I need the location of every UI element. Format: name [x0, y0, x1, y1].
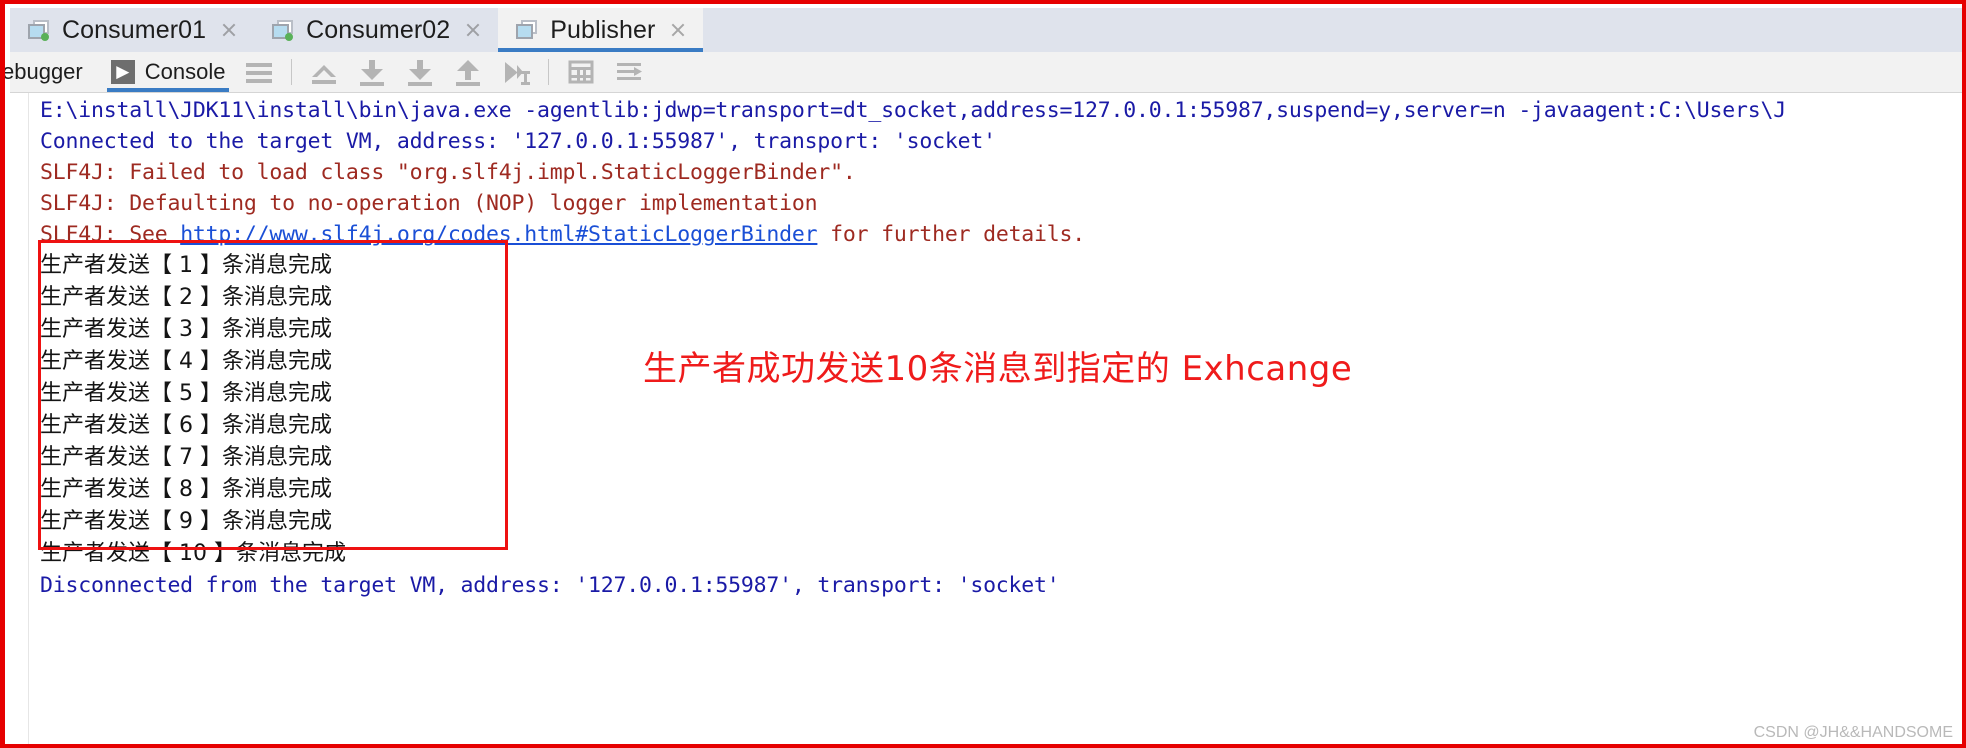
run-to-cursor-icon[interactable]: [499, 55, 533, 89]
console-line-slf4j-1: SLF4J: Failed to load class "org.slf4j.i…: [40, 160, 856, 185]
close-icon[interactable]: [464, 21, 482, 39]
tab-label: Consumer01: [62, 15, 207, 44]
tab-label: Consumer02: [306, 15, 451, 44]
console-line-producer: 生产者发送【 1 】条消息完成: [40, 253, 332, 278]
annotation-caption: 生产者成功发送10条消息到指定的 Exhcange: [643, 349, 1353, 389]
console-output-panel[interactable]: E:\install\JDK11\install\bin\java.exe -a…: [10, 93, 1962, 744]
tab-consumer01[interactable]: Consumer01: [10, 8, 255, 52]
running-indicator-dot: [285, 33, 294, 41]
console-line-producer: 生产者发送【 2 】条消息完成: [40, 285, 332, 310]
force-step-into-icon[interactable]: [403, 55, 437, 89]
tab-console[interactable]: ▶ Console: [101, 52, 236, 92]
tab-publisher[interactable]: Publisher: [498, 8, 704, 52]
tab-consumer02[interactable]: Consumer02: [254, 8, 499, 52]
run-config-icon: [272, 20, 294, 41]
console-gutter: [10, 93, 29, 744]
ide-window: Consumer01 Consumer02 Publisher ebugger …: [0, 0, 1966, 748]
tab-debugger[interactable]: ebugger: [5, 59, 101, 85]
hamburger-icon[interactable]: [242, 55, 276, 89]
close-icon[interactable]: [220, 21, 238, 39]
console-line-slf4j-3: SLF4J: See http://www.slf4j.org/codes.ht…: [40, 219, 1962, 250]
run-config-icon: [516, 20, 538, 40]
step-into-icon[interactable]: [355, 55, 389, 89]
close-icon[interactable]: [669, 21, 687, 39]
console-line-command: E:\install\JDK11\install\bin\java.exe -a…: [40, 98, 1786, 123]
tab-console-label: Console: [144, 59, 226, 84]
slf4j-see-prefix: SLF4J: See: [40, 222, 181, 247]
console-play-icon: ▶: [110, 60, 135, 84]
slf4j-codes-link[interactable]: http://www.slf4j.org/codes.html#StaticLo…: [180, 222, 817, 247]
console-line-producer: 生产者发送【 8 】条消息完成: [40, 477, 332, 502]
toolbar-separator: [548, 59, 550, 85]
step-out-of-icon[interactable]: [307, 55, 341, 89]
toolbar-separator: [291, 59, 293, 85]
console-line-producer: 生产者发送【 6 】条消息完成: [40, 413, 332, 438]
console-line-producer: 生产者发送【 7 】条消息完成: [40, 445, 332, 470]
slf4j-see-suffix: for further details.: [817, 222, 1086, 247]
run-tabs-bar: Consumer01 Consumer02 Publisher: [10, 8, 1962, 52]
run-config-icon: [28, 20, 50, 41]
console-line-producer: 生产者发送【 10 】条消息完成: [40, 541, 346, 566]
soft-wrap-icon[interactable]: [612, 55, 646, 89]
console-line-disconnected: Disconnected from the target VM, address…: [40, 573, 1060, 598]
console-line-connected: Connected to the target VM, address: '12…: [40, 129, 996, 154]
tab-label: Publisher: [550, 15, 656, 44]
table-view-icon[interactable]: [564, 55, 598, 89]
console-line-producer: 生产者发送【 9 】条消息完成: [40, 509, 332, 534]
console-line-slf4j-2: SLF4J: Defaulting to no-operation (NOP) …: [40, 191, 818, 216]
watermark: CSDN @JH&&HANDSOME: [1753, 724, 1953, 741]
step-out-icon[interactable]: [451, 55, 485, 89]
console-toolbar: ebugger ▶ Console: [5, 52, 1962, 93]
running-indicator-dot: [41, 33, 49, 41]
